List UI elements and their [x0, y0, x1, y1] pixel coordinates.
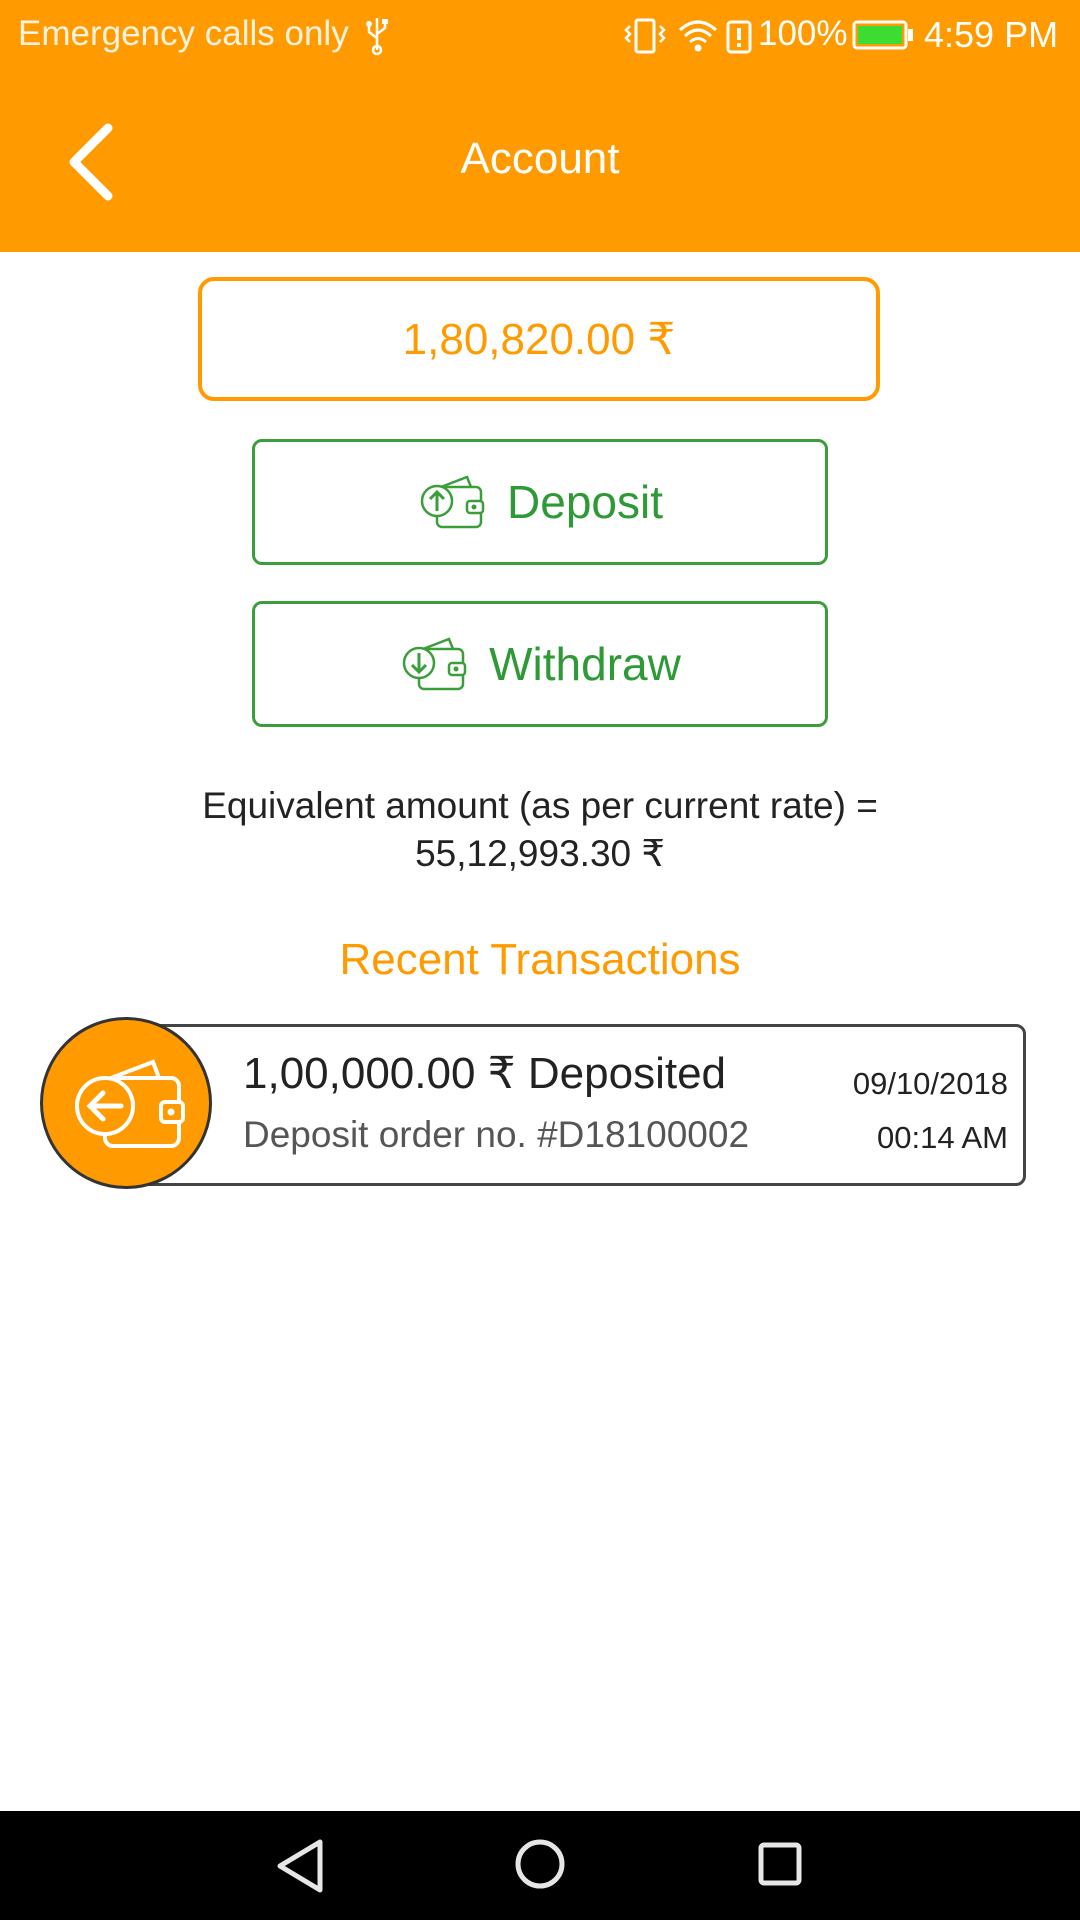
wallet-deposit-icon: [420, 475, 485, 529]
wifi-icon: [679, 20, 717, 52]
balance-amount: 1,80,820.00 ₹: [402, 314, 676, 364]
deposit-button[interactable]: Deposit: [252, 439, 828, 565]
transaction-amount: 1,00,000.00 ₹ Deposited: [243, 1049, 727, 1098]
battery-percent: 100%: [758, 14, 848, 53]
battery-icon: [852, 20, 913, 50]
withdraw-button[interactable]: Withdraw: [252, 601, 828, 727]
equivalent-amount: Equivalent amount (as per current rate) …: [0, 782, 1080, 878]
recent-transactions-heading: Recent Transactions: [339, 935, 741, 984]
transaction-order-number: Deposit order no. #D18100002: [243, 1114, 750, 1155]
transaction-time: 00:14 AM: [877, 1120, 1008, 1155]
equivalent-label: Equivalent amount (as per current rate) …: [202, 785, 878, 826]
battery-saver-icon: [726, 20, 752, 54]
carrier-text: Emergency calls only: [18, 14, 349, 53]
transaction-date: 09/10/2018: [852, 1066, 1008, 1101]
withdraw-label: Withdraw: [489, 638, 681, 690]
page-title: Account: [460, 134, 620, 183]
balance-display: 1,80,820.00 ₹: [198, 277, 880, 401]
clock: 4:59 PM: [924, 14, 1059, 55]
status-bar: Emergency calls only 100% 4:59 PM: [0, 0, 1080, 75]
wallet-in-icon: [75, 1059, 185, 1148]
equivalent-value: 55,12,993.30 ₹: [415, 833, 665, 874]
nav-back-icon[interactable]: [272, 1836, 328, 1896]
nav-home-icon[interactable]: [514, 1838, 566, 1890]
wallet-withdraw-icon: [402, 637, 467, 691]
deposit-label: Deposit: [507, 476, 663, 528]
transaction-icon-badge: [40, 1017, 212, 1189]
usb-icon: [366, 18, 388, 56]
vibrate-icon: [624, 18, 666, 54]
nav-recents-icon[interactable]: [758, 1842, 802, 1886]
